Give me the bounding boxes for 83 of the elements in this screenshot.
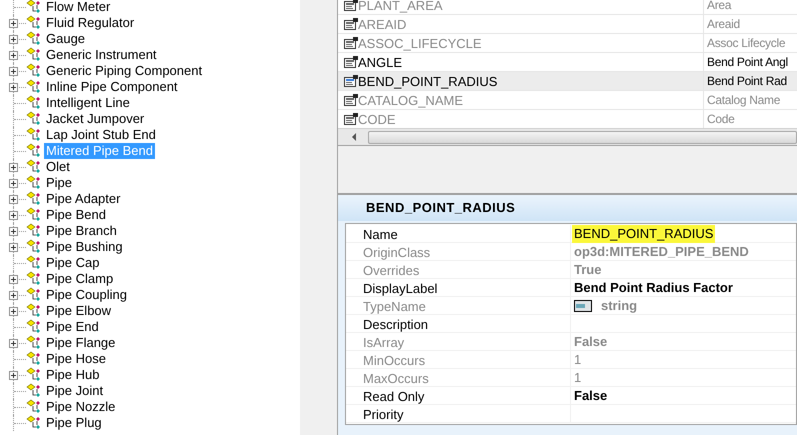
tree-item[interactable]: Pipe Joint: [44, 383, 106, 399]
tree-item[interactable]: Pipe Plug: [44, 415, 104, 431]
tree-item[interactable]: Pipe Cap: [44, 255, 102, 271]
tree-item[interactable]: Lap Joint Stub End: [44, 127, 158, 143]
expand-icon[interactable]: [9, 35, 18, 44]
field-label: Name: [346, 225, 571, 242]
tree-item[interactable]: Generic Instrument: [44, 47, 159, 63]
property-icon: [344, 75, 358, 87]
expand-icon[interactable]: [9, 19, 18, 28]
expand-icon[interactable]: [9, 227, 18, 236]
field-value: Bend Point Radius Factor: [574, 278, 733, 296]
expand-icon[interactable]: [9, 291, 18, 300]
field-label: MaxOccurs: [346, 369, 571, 386]
expand-icon[interactable]: [9, 67, 18, 76]
tree-item[interactable]: Pipe Bend: [44, 207, 108, 223]
tree-item[interactable]: Pipe Flange: [44, 335, 118, 351]
field-value: BEND_POINT_RADIUS: [572, 224, 716, 242]
horizontal-scrollbar[interactable]: [338, 128, 797, 145]
tree-item[interactable]: Intelligent Line: [44, 95, 132, 111]
tree-item[interactable]: Pipe Elbow: [44, 303, 114, 319]
field-value: string: [601, 296, 638, 314]
field-value: False: [574, 386, 608, 404]
type-icon: [574, 300, 592, 312]
field-label: IsArray: [346, 333, 571, 350]
field-label: OriginClass: [346, 243, 571, 260]
property-icon: [344, 56, 358, 68]
tree-item[interactable]: Jacket Jumpover: [44, 111, 146, 127]
property-row[interactable]: BEND_POINT_RADIUS Bend Point Rad: [338, 72, 797, 91]
tree-item[interactable]: Flow Meter: [44, 0, 112, 15]
field-value: False: [574, 332, 608, 350]
expand-icon[interactable]: [9, 163, 18, 172]
field-label: Priority: [346, 405, 571, 422]
property-icon: [344, 113, 358, 125]
display-label: Catalog Name: [706, 92, 780, 109]
scrollbar-thumb[interactable]: [368, 130, 797, 144]
field-value: op3d:MITERED_PIPE_BEND: [574, 242, 749, 260]
tree-item[interactable]: Inline Pipe Component: [44, 79, 180, 95]
property-icon: [344, 18, 358, 30]
display-label: Code: [706, 111, 734, 128]
tree-item[interactable]: Pipe Branch: [44, 223, 119, 239]
property-icon: [344, 37, 358, 49]
field-label: DisplayLabel: [346, 279, 571, 296]
tree-item[interactable]: Pipe Coupling: [44, 287, 129, 303]
expand-icon[interactable]: [9, 83, 18, 92]
details-title: BEND_POINT_RADIUS: [366, 199, 516, 218]
left-arrow-icon[interactable]: [352, 133, 356, 141]
tree-item[interactable]: Pipe Clamp: [44, 271, 116, 287]
property-icon: [344, 94, 358, 106]
tree-item[interactable]: Pipe Adapter: [44, 191, 122, 207]
property-row[interactable]: ANGLE Bend Point Angl: [338, 53, 797, 72]
field-label: Description: [346, 315, 571, 332]
field-label: MinOccurs: [346, 351, 571, 368]
tree-item[interactable]: Pipe Hub: [44, 367, 102, 383]
tree-item[interactable]: Olet: [44, 159, 72, 175]
tree-item[interactable]: Pipe: [44, 175, 74, 191]
tree-item[interactable]: Gauge: [44, 31, 88, 47]
expand-icon[interactable]: [9, 211, 18, 220]
expand-icon[interactable]: [9, 275, 18, 284]
tree-item[interactable]: Pipe End: [44, 319, 101, 335]
field-label: TypeName: [346, 297, 571, 314]
tree-item[interactable]: Generic Piping Component: [44, 63, 204, 79]
field-value: 1: [574, 368, 582, 386]
field-label: Read Only: [346, 387, 571, 404]
field-label: Overrides: [346, 261, 571, 278]
display-label: Bend Point Rad: [706, 73, 787, 90]
tree-item[interactable]: Pipe Nozzle: [44, 399, 118, 415]
tree-item[interactable]: Pipe Hose: [44, 351, 108, 367]
expand-icon[interactable]: [9, 339, 18, 348]
field-value: 1: [574, 350, 582, 368]
expand-icon[interactable]: [9, 307, 18, 316]
property-icon: [344, 0, 358, 11]
display-label: Assoc Lifecycle: [706, 35, 786, 52]
tree-item[interactable]: Pipe Bushing: [44, 239, 125, 255]
expand-icon[interactable]: [9, 195, 18, 204]
display-label: Areaid: [706, 16, 740, 33]
expand-icon[interactable]: [9, 371, 18, 380]
expand-icon[interactable]: [9, 243, 18, 252]
display-label: Area: [706, 0, 732, 14]
display-label: Bend Point Angl: [706, 54, 788, 71]
expand-icon[interactable]: [9, 51, 18, 60]
tree-item[interactable]: Fluid Regulator: [44, 15, 136, 31]
expand-icon[interactable]: [9, 179, 18, 188]
field-value: True: [574, 260, 602, 278]
